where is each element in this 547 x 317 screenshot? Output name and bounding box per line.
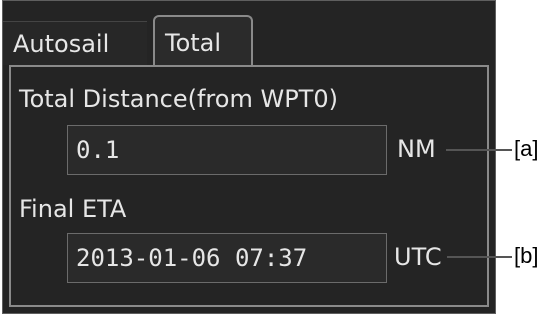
final-eta-label: Final ETA — [19, 195, 127, 223]
final-eta-unit: UTC — [394, 243, 442, 271]
voyage-total-panel: Autosail Total Total Distance(from WPT0)… — [2, 0, 496, 314]
tab-autosail[interactable]: Autosail — [3, 21, 147, 65]
callout-b: [b] — [514, 243, 539, 268]
total-distance-label: Total Distance(from WPT0) — [19, 85, 338, 113]
screenshot-stage: Autosail Total Total Distance(from WPT0)… — [0, 0, 547, 317]
final-eta-field: 2013-01-06 07:37 — [67, 233, 387, 283]
callout-a: [a] — [514, 136, 539, 161]
total-tab-content: Total Distance(from WPT0) 0.1 NM Final E… — [9, 65, 489, 307]
callout-line-b — [447, 256, 512, 258]
tab-bar: Autosail Total — [3, 1, 495, 67]
total-distance-unit: NM — [397, 135, 436, 163]
tab-total[interactable]: Total — [153, 15, 253, 67]
callout-line-a — [446, 149, 512, 151]
total-distance-field: 0.1 — [67, 125, 387, 175]
